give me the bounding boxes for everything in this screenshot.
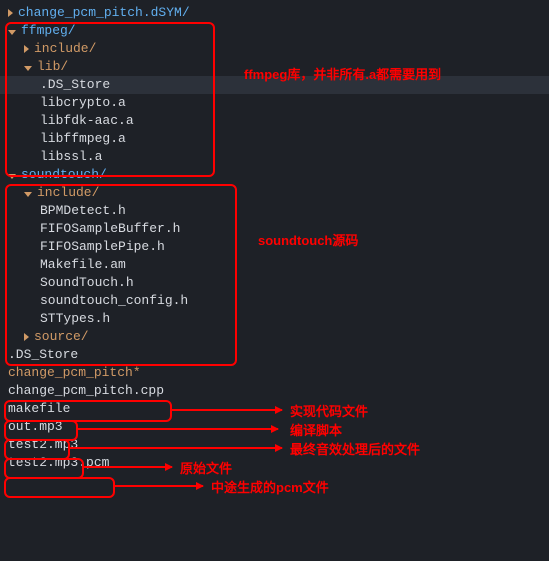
folder-name: change_pcm_pitch.dSYM/ bbox=[18, 4, 190, 22]
folder-row[interactable]: ffmpeg/ bbox=[0, 22, 549, 40]
folder-name: soundtouch/ bbox=[21, 166, 107, 184]
file-name: soundtouch_config.h bbox=[40, 292, 188, 310]
folder-row[interactable]: change_pcm_pitch.dSYM/ bbox=[0, 4, 549, 22]
file-name: BPMDetect.h bbox=[40, 202, 126, 220]
annotation-cpp: 实现代码文件 bbox=[290, 401, 368, 420]
file-row[interactable]: .DS_Store bbox=[0, 346, 549, 364]
file-name: out.mp3 bbox=[8, 418, 63, 436]
arrow-icon bbox=[115, 485, 203, 487]
file-name: change_pcm_pitch* bbox=[8, 364, 141, 382]
folder-name: lib/ bbox=[37, 58, 68, 76]
annotation-ffmpeg: ffmpeg库，并非所有.a都需要用到 bbox=[244, 64, 441, 83]
file-name: libfdk-aac.a bbox=[40, 112, 134, 130]
file-row[interactable]: Makefile.am bbox=[0, 256, 549, 274]
chevron-right-icon bbox=[8, 9, 13, 17]
file-name: change_pcm_pitch.cpp bbox=[8, 382, 164, 400]
file-row[interactable]: STTypes.h bbox=[0, 310, 549, 328]
file-row[interactable]: change_pcm_pitch* bbox=[0, 364, 549, 382]
file-name: Makefile.am bbox=[40, 256, 126, 274]
chevron-down-icon bbox=[24, 66, 32, 71]
folder-row[interactable]: include/ bbox=[0, 184, 549, 202]
file-row[interactable]: SoundTouch.h bbox=[0, 274, 549, 292]
file-name: makefile bbox=[8, 400, 70, 418]
file-name: STTypes.h bbox=[40, 310, 110, 328]
folder-name: include/ bbox=[34, 40, 96, 58]
chevron-down-icon bbox=[8, 30, 16, 35]
folder-row[interactable]: source/ bbox=[0, 328, 549, 346]
file-row[interactable]: libssl.a bbox=[0, 148, 549, 166]
folder-name: ffmpeg/ bbox=[21, 22, 76, 40]
annotation-test2pcm: 中途生成的pcm文件 bbox=[211, 477, 329, 496]
file-name: test2.mp3.pcm bbox=[8, 454, 109, 472]
chevron-right-icon bbox=[24, 45, 29, 53]
file-row[interactable]: soundtouch_config.h bbox=[0, 292, 549, 310]
file-name: .DS_Store bbox=[40, 76, 110, 94]
file-name: libssl.a bbox=[40, 148, 102, 166]
annotation-makefile: 编译脚本 bbox=[290, 420, 342, 439]
file-name: libcrypto.a bbox=[40, 94, 126, 112]
file-row[interactable]: libfdk-aac.a bbox=[0, 112, 549, 130]
file-name: test2.mp3 bbox=[8, 436, 78, 454]
file-name: FIFOSampleBuffer.h bbox=[40, 220, 180, 238]
file-name: FIFOSamplePipe.h bbox=[40, 238, 165, 256]
arrow-icon bbox=[84, 466, 172, 468]
chevron-down-icon bbox=[8, 174, 16, 179]
highlight-box-test2pcm bbox=[4, 477, 115, 498]
folder-name: include/ bbox=[37, 184, 99, 202]
file-row[interactable]: change_pcm_pitch.cpp bbox=[0, 382, 549, 400]
arrow-icon bbox=[172, 409, 282, 411]
file-row[interactable]: BPMDetect.h bbox=[0, 202, 549, 220]
folder-name: source/ bbox=[34, 328, 89, 346]
annotation-test2: 原始文件 bbox=[180, 458, 232, 477]
file-name: SoundTouch.h bbox=[40, 274, 134, 292]
file-row[interactable]: libffmpeg.a bbox=[0, 130, 549, 148]
file-row[interactable]: test2.mp3.pcm bbox=[0, 454, 549, 472]
annotation-outmp3: 最终音效处理后的文件 bbox=[290, 439, 420, 458]
arrow-icon bbox=[78, 428, 278, 430]
chevron-right-icon bbox=[24, 333, 29, 341]
arrow-icon bbox=[70, 447, 282, 449]
chevron-down-icon bbox=[24, 192, 32, 197]
file-row[interactable]: libcrypto.a bbox=[0, 94, 549, 112]
file-name: libffmpeg.a bbox=[40, 130, 126, 148]
annotation-soundtouch: soundtouch源码 bbox=[258, 230, 358, 249]
folder-row[interactable]: include/ bbox=[0, 40, 549, 58]
folder-row[interactable]: soundtouch/ bbox=[0, 166, 549, 184]
file-name: .DS_Store bbox=[8, 346, 78, 364]
